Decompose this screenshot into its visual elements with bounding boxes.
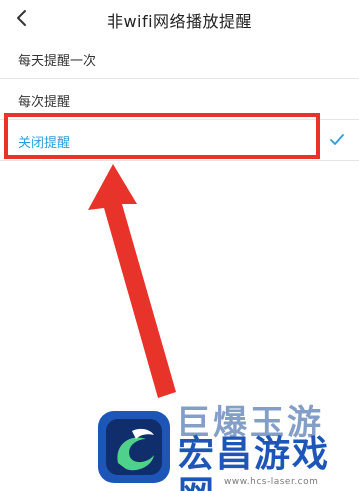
- watermark-url: www.hcs-laser.com: [224, 477, 319, 487]
- page-title: 非wifi网络播放提醒: [106, 12, 253, 31]
- option-every-time[interactable]: 每次提醒: [0, 79, 359, 120]
- option-label: 每天提醒一次: [18, 54, 97, 69]
- option-label: 每次提醒: [18, 95, 71, 110]
- option-label: 关闭提醒: [18, 136, 71, 151]
- watermark-brand-text: 宏昌游戏网: [178, 434, 331, 491]
- watermark-top-text: 巨爆玉游: [176, 403, 324, 443]
- option-daily-once[interactable]: 每天提醒一次: [0, 38, 359, 79]
- settings-page: 非wifi网络播放提醒 每天提醒一次 每次提醒 关闭提醒 巨爆玉游 宏昌游戏网 …: [0, 0, 359, 491]
- watermark-logo: [98, 411, 170, 483]
- option-off[interactable]: 关闭提醒: [0, 120, 359, 161]
- header-bar: 非wifi网络播放提醒: [0, 0, 359, 36]
- checkmark-icon: [330, 134, 344, 145]
- reminder-options-list: 每天提醒一次 每次提醒 关闭提醒: [0, 38, 359, 161]
- watermark: 巨爆玉游 宏昌游戏网 www.hcs-laser.com: [96, 405, 359, 491]
